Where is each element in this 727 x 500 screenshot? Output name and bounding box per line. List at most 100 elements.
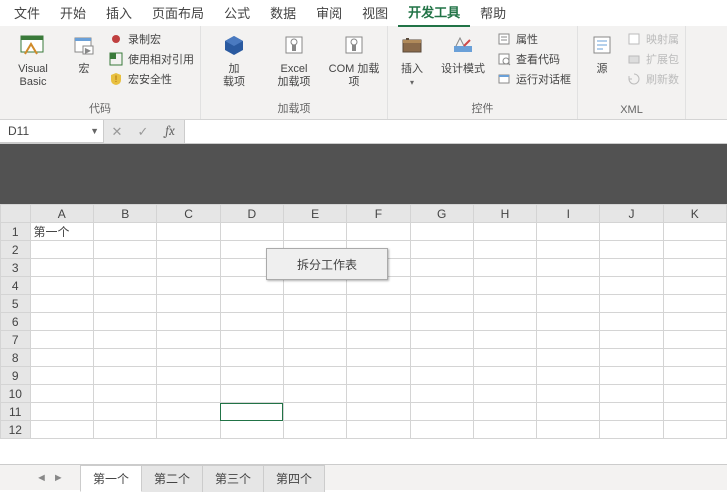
cell-C10[interactable] xyxy=(157,385,220,403)
cell-H1[interactable] xyxy=(473,223,536,241)
row-header-2[interactable]: 2 xyxy=(1,241,31,259)
cell-C11[interactable] xyxy=(157,403,220,421)
cell-G9[interactable] xyxy=(410,367,473,385)
cell-H5[interactable] xyxy=(473,295,536,313)
cell-J8[interactable] xyxy=(600,349,663,367)
cell-I1[interactable] xyxy=(537,223,600,241)
cell-G8[interactable] xyxy=(410,349,473,367)
cell-E10[interactable] xyxy=(283,385,346,403)
addins-button[interactable]: 加载项 xyxy=(205,28,263,91)
cell-K2[interactable] xyxy=(663,241,726,259)
cell-H6[interactable] xyxy=(473,313,536,331)
cell-J11[interactable] xyxy=(600,403,663,421)
cell-I12[interactable] xyxy=(537,421,600,439)
cell-E11[interactable] xyxy=(283,403,346,421)
cell-K11[interactable] xyxy=(663,403,726,421)
menu-tab-6[interactable]: 审阅 xyxy=(306,0,352,26)
row-header-12[interactable]: 12 xyxy=(1,421,31,439)
design-mode-button[interactable]: 设计模式 xyxy=(434,28,492,78)
cell-J3[interactable] xyxy=(600,259,663,277)
cell-K7[interactable] xyxy=(663,331,726,349)
cell-G6[interactable] xyxy=(410,313,473,331)
sheet-prev-icon[interactable]: ◄ xyxy=(36,472,47,484)
cell-K8[interactable] xyxy=(663,349,726,367)
cell-A11[interactable] xyxy=(30,403,94,421)
cell-E8[interactable] xyxy=(283,349,346,367)
row-header-10[interactable]: 10 xyxy=(1,385,31,403)
col-header-B[interactable]: B xyxy=(94,205,157,223)
cell-I2[interactable] xyxy=(537,241,600,259)
cell-D10[interactable] xyxy=(220,385,283,403)
cell-D9[interactable] xyxy=(220,367,283,385)
cell-A1[interactable]: 第一个 xyxy=(30,223,94,241)
cell-H8[interactable] xyxy=(473,349,536,367)
cell-J4[interactable] xyxy=(600,277,663,295)
cell-J1[interactable] xyxy=(600,223,663,241)
cell-I6[interactable] xyxy=(537,313,600,331)
cell-D6[interactable] xyxy=(220,313,283,331)
chevron-down-icon[interactable]: ▼ xyxy=(90,126,99,136)
cell-C6[interactable] xyxy=(157,313,220,331)
cell-H12[interactable] xyxy=(473,421,536,439)
cell-G5[interactable] xyxy=(410,295,473,313)
split-worksheet-button[interactable]: 拆分工作表 xyxy=(266,248,388,280)
fx-icon[interactable]: fx xyxy=(156,124,184,139)
cell-F10[interactable] xyxy=(347,385,410,403)
cell-C12[interactable] xyxy=(157,421,220,439)
cell-D1[interactable] xyxy=(220,223,283,241)
cell-D12[interactable] xyxy=(220,421,283,439)
col-header-K[interactable]: K xyxy=(663,205,726,223)
cell-I8[interactable] xyxy=(537,349,600,367)
cell-I9[interactable] xyxy=(537,367,600,385)
cell-B8[interactable] xyxy=(94,349,157,367)
cell-A8[interactable] xyxy=(30,349,94,367)
cell-C4[interactable] xyxy=(157,277,220,295)
cell-B11[interactable] xyxy=(94,403,157,421)
source-button[interactable]: 源 xyxy=(582,28,622,78)
row-header-4[interactable]: 4 xyxy=(1,277,31,295)
run-dialog-item[interactable]: 运行对话框 xyxy=(494,70,573,88)
cell-B10[interactable] xyxy=(94,385,157,403)
cell-H3[interactable] xyxy=(473,259,536,277)
sheet-tab-1[interactable]: 第二个 xyxy=(141,465,203,492)
col-header-D[interactable]: D xyxy=(220,205,283,223)
cell-K12[interactable] xyxy=(663,421,726,439)
macros-button[interactable]: ▶宏 xyxy=(64,28,104,78)
row-header-9[interactable]: 9 xyxy=(1,367,31,385)
cell-A2[interactable] xyxy=(30,241,94,259)
cell-A9[interactable] xyxy=(30,367,94,385)
cell-A10[interactable] xyxy=(30,385,94,403)
cell-B9[interactable] xyxy=(94,367,157,385)
cell-F7[interactable] xyxy=(347,331,410,349)
cancel-button[interactable]: ✕ xyxy=(104,124,130,140)
visual-basic-button[interactable]: Visual Basic xyxy=(4,28,62,91)
col-header-I[interactable]: I xyxy=(537,205,600,223)
cell-B5[interactable] xyxy=(94,295,157,313)
cell-H2[interactable] xyxy=(473,241,536,259)
cell-G3[interactable] xyxy=(410,259,473,277)
cell-K5[interactable] xyxy=(663,295,726,313)
col-header-F[interactable]: F xyxy=(347,205,410,223)
col-header-J[interactable]: J xyxy=(600,205,663,223)
cell-A7[interactable] xyxy=(30,331,94,349)
menu-tab-9[interactable]: 帮助 xyxy=(470,0,516,26)
cell-H11[interactable] xyxy=(473,403,536,421)
cell-F1[interactable] xyxy=(347,223,410,241)
col-header-E[interactable]: E xyxy=(283,205,346,223)
cell-D5[interactable] xyxy=(220,295,283,313)
row-header-3[interactable]: 3 xyxy=(1,259,31,277)
cell-C8[interactable] xyxy=(157,349,220,367)
sheet-tab-3[interactable]: 第四个 xyxy=(263,465,325,492)
com-addins-button[interactable]: COM 加载项 xyxy=(325,28,383,91)
menu-tab-0[interactable]: 文件 xyxy=(4,0,50,26)
sheet-next-icon[interactable]: ► xyxy=(53,472,64,484)
cell-I4[interactable] xyxy=(537,277,600,295)
cell-H10[interactable] xyxy=(473,385,536,403)
cell-B3[interactable] xyxy=(94,259,157,277)
cell-E1[interactable] xyxy=(283,223,346,241)
cell-C5[interactable] xyxy=(157,295,220,313)
cell-G1[interactable] xyxy=(410,223,473,241)
menu-tab-3[interactable]: 页面布局 xyxy=(142,0,214,26)
record-macro-item[interactable]: 录制宏 xyxy=(106,30,196,48)
menu-tab-7[interactable]: 视图 xyxy=(352,0,398,26)
